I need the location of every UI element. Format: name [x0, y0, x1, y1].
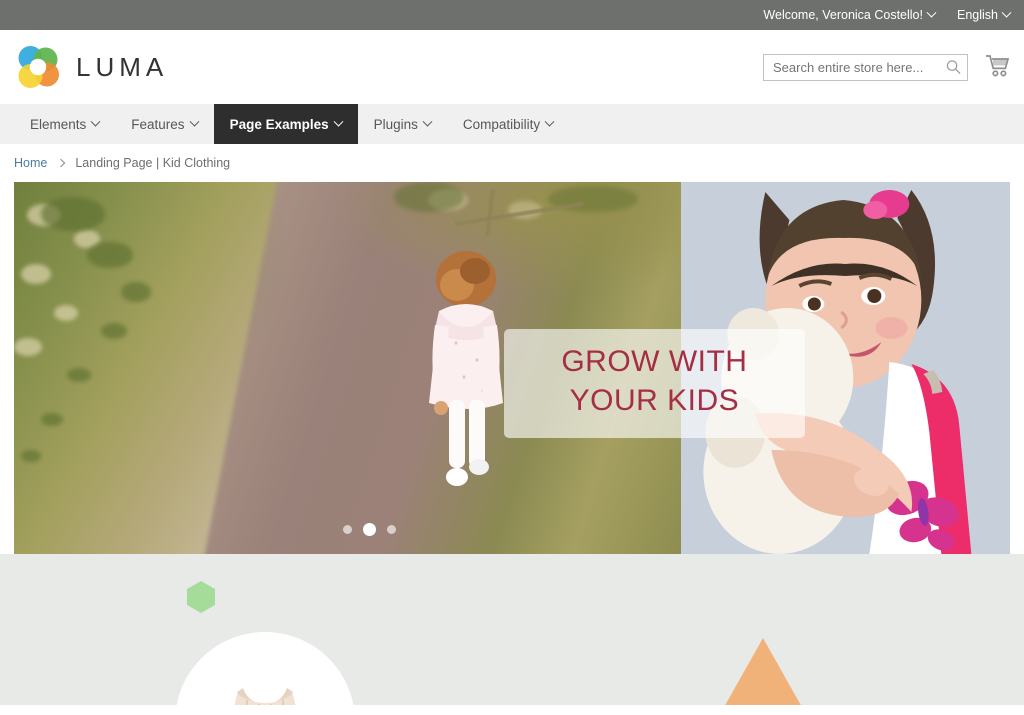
carousel-dot-3[interactable]: [386, 525, 396, 534]
search-icon[interactable]: [946, 60, 961, 75]
nav-item-plugins[interactable]: Plugins: [358, 104, 447, 144]
chevron-down-icon: [1001, 7, 1012, 18]
carousel-dot-1[interactable]: [342, 525, 352, 534]
breadcrumb-home-link[interactable]: Home: [14, 156, 47, 170]
carousel-dot-2-active[interactable]: [362, 523, 376, 536]
nav-item-elements[interactable]: Elements: [14, 104, 115, 144]
language-switcher[interactable]: English: [957, 7, 1012, 22]
chevron-right-icon: [57, 158, 66, 168]
chevron-down-icon: [926, 7, 937, 18]
welcome-message: Welcome, Veronica Costello!: [763, 8, 923, 22]
welcome-account-menu[interactable]: Welcome, Veronica Costello!: [763, 7, 937, 22]
search-input[interactable]: [764, 54, 967, 80]
chevron-down-icon: [422, 116, 433, 127]
nav-item-label: Features: [131, 116, 185, 132]
header-actions: [763, 53, 1010, 81]
site-header: LUMA: [0, 30, 1024, 104]
chevron-down-icon: [544, 116, 555, 127]
nav-item-label: Elements: [30, 116, 87, 132]
get-to-know-triangle-tile[interactable]: Get To Know: [692, 638, 834, 705]
product-circle-tile[interactable]: [175, 632, 355, 705]
hexagon-decoration-icon: [187, 581, 215, 613]
carousel-dots: [342, 523, 396, 536]
hero-carousel[interactable]: GROW WITH YOUR KIDS: [14, 182, 1010, 554]
hero-caption-line-2: YOUR KIDS: [569, 383, 740, 417]
kid-dress-product-photo: [219, 682, 311, 705]
breadcrumb-current-page: Landing Page | Kid Clothing: [75, 156, 231, 170]
nav-item-compatibility[interactable]: Compatibility: [447, 104, 569, 144]
chevron-down-icon: [333, 116, 344, 127]
logo-link[interactable]: LUMA: [14, 43, 168, 91]
luma-flower-logo-icon: [14, 43, 62, 91]
language-label: English: [957, 8, 998, 22]
nav-item-label: Plugins: [373, 116, 418, 132]
promo-tiles-section: Get To Know: [0, 554, 1024, 705]
hero-caption-line-1: GROW WITH: [561, 344, 748, 378]
nav-item-label: Page Examples: [229, 116, 329, 132]
chevron-down-icon: [90, 116, 101, 127]
nav-item-label: Compatibility: [462, 116, 541, 132]
chevron-down-icon: [189, 116, 200, 127]
nav-item-features[interactable]: Features: [115, 104, 213, 144]
search-box[interactable]: [763, 53, 968, 81]
nav-item-page-examples[interactable]: Page Examples: [213, 104, 358, 144]
logo-text: LUMA: [76, 51, 169, 82]
top-panel: Welcome, Veronica Costello! English: [0, 0, 1024, 30]
shopping-cart-icon[interactable]: [984, 53, 1010, 81]
main-navigation: Elements Features Page Examples Plugins …: [0, 104, 1024, 144]
triangle-shape-icon: [692, 638, 834, 705]
breadcrumb: Home Landing Page | Kid Clothing: [0, 144, 1024, 182]
hero-caption: GROW WITH YOUR KIDS: [504, 328, 805, 439]
